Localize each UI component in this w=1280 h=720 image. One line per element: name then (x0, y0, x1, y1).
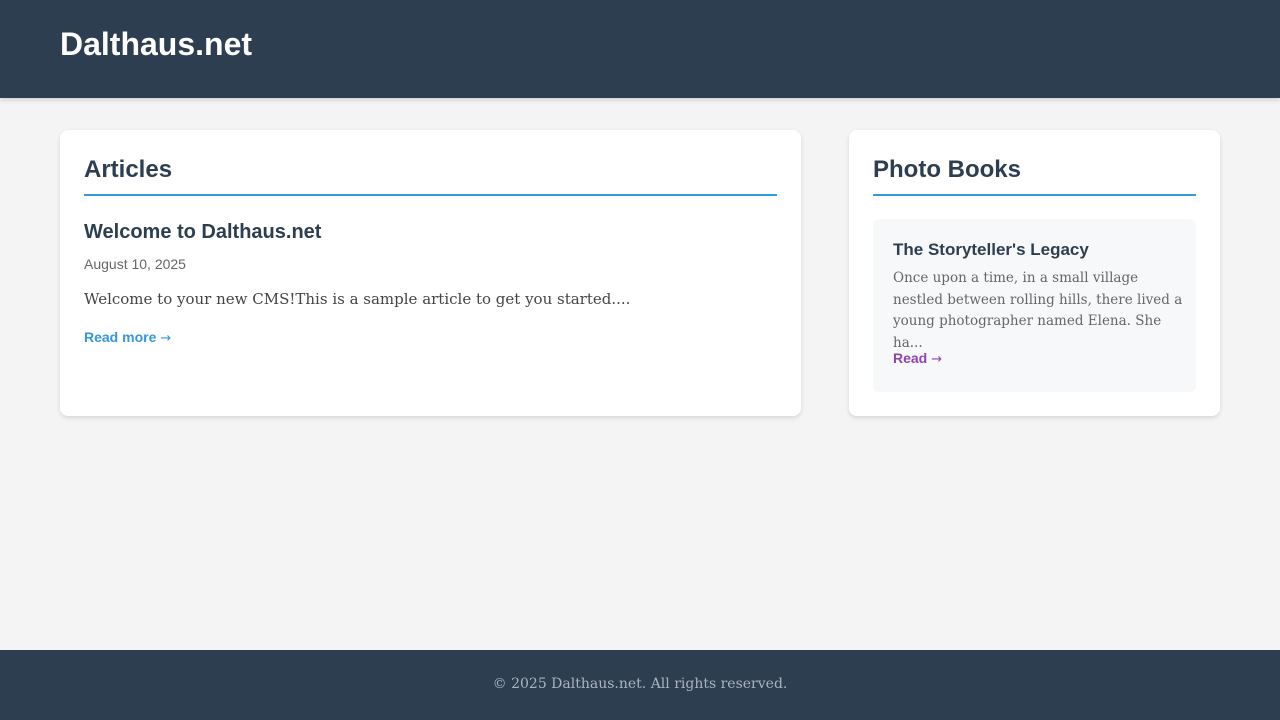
read-book-label: Read (893, 350, 928, 366)
photo-books-heading: Photo Books (873, 154, 1196, 196)
photo-books-card: Photo Books The Storyteller's Legacy Onc… (849, 130, 1220, 416)
arrow-right-icon: → (931, 352, 943, 367)
photo-book-item: The Storyteller's Legacy Once upon a tim… (873, 219, 1196, 392)
read-book-link[interactable]: Read → (893, 349, 942, 369)
copyright-text: © 2025 Dalthaus.net. All rights reserved… (492, 676, 788, 692)
site-footer: © 2025 Dalthaus.net. All rights reserved… (0, 650, 1280, 720)
article-title[interactable]: Welcome to Dalthaus.net (84, 219, 321, 245)
photo-book-excerpt: Once upon a time, in a small village nes… (893, 270, 1183, 351)
article-date: August 10, 2025 (84, 256, 186, 272)
read-more-link[interactable]: Read more → (84, 328, 171, 348)
site-header: Dalthaus.net (0, 0, 1280, 98)
articles-card: Articles Welcome to Dalthaus.net August … (60, 130, 801, 416)
articles-heading: Articles (84, 154, 777, 196)
read-more-label: Read more (84, 329, 157, 345)
arrow-right-icon: → (160, 331, 172, 346)
photo-book-title[interactable]: The Storyteller's Legacy (893, 239, 1089, 261)
site-title-link[interactable]: Dalthaus.net (60, 25, 252, 63)
article-excerpt: Welcome to your new CMS!This is a sample… (84, 290, 631, 308)
